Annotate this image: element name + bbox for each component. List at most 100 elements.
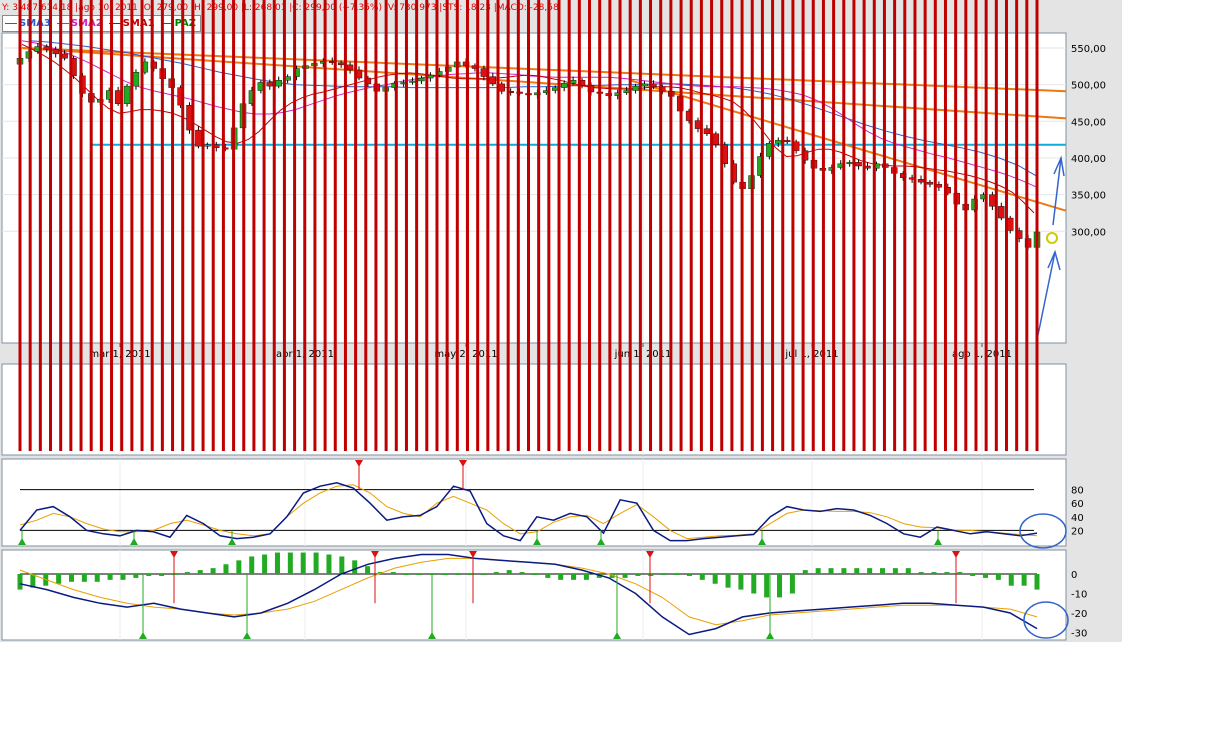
volume-bar — [415, 0, 419, 451]
candle-body — [346, 64, 354, 71]
macd-histogram-bar — [146, 574, 152, 576]
candle-body — [703, 128, 711, 134]
price-y-tick-label: 300,00 — [1071, 227, 1106, 238]
candle-body — [43, 46, 50, 50]
candle-body — [61, 53, 68, 59]
macd-histogram-bar — [1008, 574, 1014, 586]
volume-bar — [577, 0, 581, 451]
macd-histogram-bar — [274, 552, 280, 574]
macd-histogram-bar — [545, 574, 551, 578]
macd-histogram-bar — [197, 570, 203, 574]
volume-bar — [110, 0, 114, 451]
macd-histogram-bar — [56, 574, 62, 584]
volume-bar — [832, 0, 836, 451]
volume-bar — [913, 0, 917, 451]
macd-histogram-bar — [931, 572, 937, 574]
x-axis-tick-label: ago 1, 2011 — [952, 349, 1012, 360]
macd-histogram-bar — [995, 574, 1001, 580]
macd-histogram-bar — [789, 574, 795, 594]
volume-bar — [598, 0, 602, 451]
volume-bar — [964, 0, 968, 451]
macd-histogram-bar — [210, 568, 216, 574]
macd-histogram-bar — [983, 574, 989, 578]
macd-histogram-bar — [184, 572, 190, 574]
volume-bar — [252, 0, 256, 451]
macd-histogram-bar — [519, 572, 525, 574]
macd-histogram-bar — [777, 574, 783, 598]
macd-histogram-bar — [133, 574, 139, 578]
macd-histogram-bar — [442, 574, 448, 575]
macd-histogram-bar — [313, 552, 319, 574]
volume-bar — [79, 0, 83, 451]
macd-histogram-bar — [905, 568, 911, 574]
macd-histogram-bar — [558, 574, 564, 580]
volume-bar — [933, 0, 937, 451]
volume-bar — [699, 0, 703, 451]
macd-histogram-bar — [854, 568, 860, 574]
volume-bar — [903, 0, 907, 451]
candle-body — [641, 83, 648, 87]
volume-bar — [994, 0, 998, 451]
volume-bar — [842, 0, 846, 451]
macd-histogram-bar — [468, 574, 474, 575]
volume-bar — [659, 0, 663, 451]
volume-bar — [465, 0, 469, 451]
volume-bar — [750, 0, 754, 451]
macd-histogram-bar — [249, 556, 255, 574]
macd-panel — [1, 549, 1067, 641]
volume-bar — [171, 0, 175, 451]
volume-bar — [689, 0, 693, 451]
volume-bar — [384, 0, 388, 451]
macd-histogram-bar — [352, 560, 358, 574]
volume-bar — [791, 0, 795, 451]
volume-bar — [181, 0, 185, 451]
macd-histogram-bar — [661, 574, 667, 575]
macd-histogram-bar — [583, 574, 589, 580]
macd-histogram-bar — [455, 574, 461, 575]
macd-y-tick-label: -20 — [1071, 609, 1087, 620]
volume-bar — [28, 0, 32, 451]
volume-bar — [130, 0, 134, 451]
volume-bar — [59, 0, 63, 451]
volume-bar — [201, 0, 205, 451]
volume-bar — [476, 0, 480, 451]
candle-body — [917, 179, 925, 183]
macd-histogram-bar — [1034, 574, 1040, 590]
macd-histogram-bar — [828, 568, 834, 574]
macd-histogram-bar — [493, 572, 499, 574]
volume-bar — [1035, 0, 1039, 451]
macd-histogram-bar — [107, 574, 113, 580]
volume-bar — [638, 0, 642, 451]
volume-bar — [1025, 0, 1029, 451]
volume-bar — [455, 0, 459, 451]
macd-histogram-bar — [674, 574, 680, 575]
volume-bar — [49, 0, 53, 451]
volume-bar — [547, 0, 551, 451]
macd-histogram-bar — [416, 574, 422, 575]
volume-bar — [649, 0, 653, 451]
price-y-tick-label: 500,00 — [1071, 81, 1106, 92]
volume-bar — [435, 0, 439, 451]
candle-body — [409, 80, 416, 83]
macd-histogram-bar — [686, 574, 692, 576]
volume-bar — [374, 0, 378, 451]
candle-body — [266, 82, 273, 87]
chart-svg: 550,00500,00450,00400,00350,00300,00mar … — [1, 0, 1106, 641]
volume-bar — [323, 0, 327, 451]
candle-body — [480, 68, 488, 77]
volume-bar — [882, 0, 886, 451]
macd-histogram-bar — [648, 574, 654, 576]
volume-bar — [821, 0, 825, 451]
volume-bar — [954, 0, 958, 451]
volume-bar — [191, 0, 195, 451]
volume-bar — [445, 0, 449, 451]
macd-histogram-bar — [480, 574, 486, 575]
volume-bar — [221, 0, 225, 451]
candle-body — [489, 76, 497, 85]
volume-bar — [89, 0, 93, 451]
volume-bar — [588, 0, 592, 451]
volume-bar — [811, 0, 815, 451]
volume-bar — [425, 0, 429, 451]
volume-bar — [943, 0, 947, 451]
macd-y-tick-label: -30 — [1071, 629, 1087, 640]
